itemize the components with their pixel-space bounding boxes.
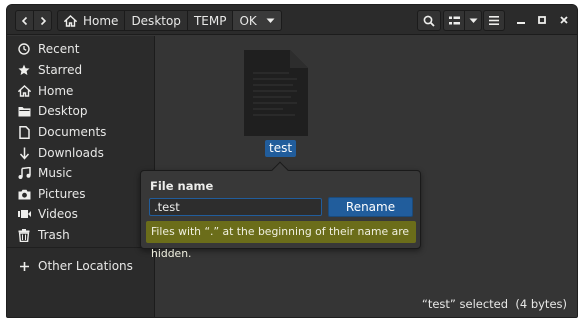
places-sidebar: Recent Starred Home Desktop Documents Do…	[7, 36, 155, 317]
minimize-icon	[517, 22, 525, 24]
breadcrumb-home-label: Home	[83, 13, 119, 28]
minimize-button[interactable]	[514, 13, 528, 27]
sidebar-item-desktop[interactable]: Desktop	[7, 101, 155, 121]
sidebar-item-videos[interactable]: Videos	[7, 204, 155, 224]
sidebar-item-label: Downloads	[38, 146, 104, 160]
home-icon	[16, 84, 32, 98]
breadcrumb-desktop[interactable]: Desktop	[125, 10, 188, 31]
plus-icon	[16, 259, 32, 273]
maximize-icon	[538, 16, 546, 24]
view-options-button[interactable]	[464, 10, 482, 31]
sidebar-item-label: Videos	[38, 207, 78, 221]
popover-title: File name	[150, 179, 214, 193]
sidebar-item-recent[interactable]: Recent	[7, 39, 155, 59]
sidebar-item-label: Trash	[38, 228, 70, 242]
header-bar: Home Desktop TEMP OK	[7, 5, 577, 35]
search-button[interactable]	[417, 10, 441, 31]
breadcrumb-desktop-label: Desktop	[131, 13, 181, 28]
breadcrumb-home[interactable]: Home	[57, 10, 126, 31]
sidebar-item-label: Starred	[38, 63, 83, 77]
forward-button[interactable]	[33, 10, 52, 31]
home-icon	[64, 14, 77, 27]
chevron-down-icon	[469, 18, 477, 23]
hamburger-menu-icon	[489, 16, 499, 25]
sidebar-item-trash[interactable]: Trash	[7, 225, 155, 245]
rename-button-label: Rename	[345, 200, 396, 214]
trash-icon	[16, 228, 32, 242]
status-text: “test” selected (4 bytes)	[421, 297, 567, 311]
file-name-label[interactable]: test	[265, 140, 297, 157]
close-icon	[560, 16, 568, 24]
star-icon	[16, 63, 32, 77]
document-icon	[16, 125, 32, 139]
camera-icon	[16, 187, 32, 201]
sidebar-item-label: Home	[38, 84, 74, 98]
chevron-right-icon	[40, 16, 46, 25]
sidebar-item-label: Pictures	[38, 187, 86, 201]
close-button[interactable]	[557, 13, 571, 27]
sidebar-item-label: Desktop	[38, 104, 88, 118]
sidebar-item-label: Other Locations	[38, 259, 133, 273]
chevron-left-icon	[21, 16, 27, 25]
breadcrumb-ok[interactable]: OK	[233, 10, 282, 31]
rename-popover: File name Rename Files with “.” at the b…	[140, 161, 421, 260]
sidebar-separator	[7, 247, 155, 248]
maximize-button[interactable]	[535, 13, 549, 27]
video-icon	[16, 207, 32, 221]
chevron-down-icon	[266, 18, 275, 24]
clock-icon	[16, 42, 32, 56]
folder-icon	[16, 104, 32, 118]
breadcrumb-ok-label: OK	[239, 13, 257, 28]
sidebar-item-label: Recent	[38, 42, 80, 56]
sidebar-item-documents[interactable]: Documents	[7, 122, 155, 142]
search-icon	[423, 15, 435, 27]
text-file-icon[interactable]	[244, 50, 308, 136]
music-icon	[16, 166, 32, 180]
path-bar: Home Desktop TEMP OK	[57, 10, 282, 31]
sidebar-item-downloads[interactable]: Downloads	[7, 143, 155, 163]
back-button[interactable]	[15, 10, 34, 31]
rename-button[interactable]: Rename	[328, 197, 413, 217]
sidebar-item-starred[interactable]: Starred	[7, 60, 155, 80]
breadcrumb-temp-label: TEMP	[193, 13, 227, 28]
sidebar-item-other-locations[interactable]: Other Locations	[7, 256, 155, 276]
download-icon	[16, 146, 32, 160]
menu-button[interactable]	[483, 10, 505, 31]
sidebar-item-label: Music	[38, 166, 73, 180]
view-mode-button[interactable]	[443, 10, 465, 31]
sidebar-item-home[interactable]: Home	[7, 81, 155, 101]
breadcrumb-temp[interactable]: TEMP	[187, 10, 234, 31]
file-name-input[interactable]	[149, 198, 322, 216]
sidebar-item-music[interactable]: Music	[7, 163, 155, 183]
sidebar-item-label: Documents	[38, 125, 107, 139]
file-manager-window: Home Desktop TEMP OK Recent Starred Home…	[6, 4, 578, 318]
hidden-file-warning: Files with “.” at the beginning of their…	[146, 221, 416, 260]
list-view-icon	[448, 16, 460, 24]
sidebar-item-pictures[interactable]: Pictures	[7, 184, 155, 204]
